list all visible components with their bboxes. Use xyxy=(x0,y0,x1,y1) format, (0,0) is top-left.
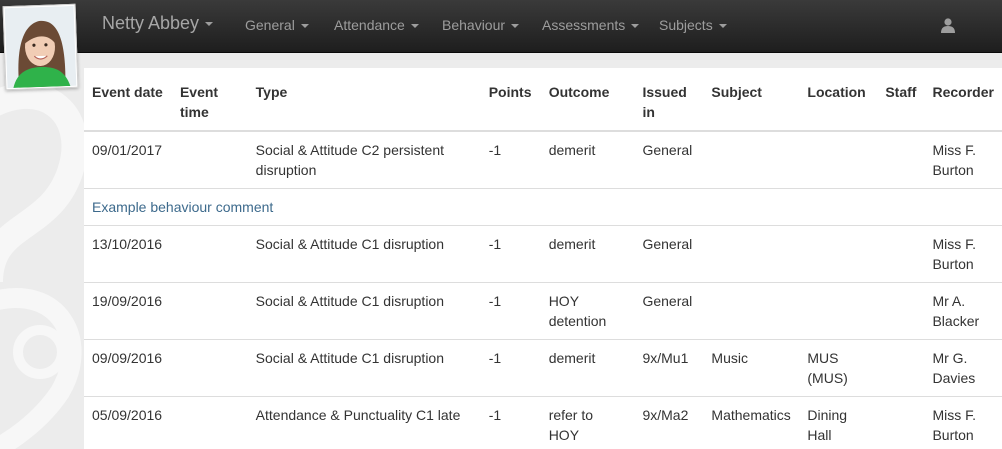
nav-attendance[interactable]: Attendance xyxy=(334,17,419,33)
behaviour-table: Event date Event time Type Points Outcom… xyxy=(84,68,1002,449)
cell-type: Social & Attitude C1 disruption xyxy=(247,282,481,340)
cell-location xyxy=(799,282,878,340)
cell-recorder: Miss F. Burton xyxy=(924,225,1002,283)
column-header[interactable]: Type xyxy=(247,68,481,132)
column-header[interactable]: Recorder xyxy=(924,68,1002,132)
cell-points: -1 xyxy=(480,282,541,340)
nav-subjects[interactable]: Subjects xyxy=(659,17,727,33)
column-header[interactable]: Subject xyxy=(703,68,800,132)
table-row: 05/09/2016 Attendance & Punctuality C1 l… xyxy=(84,396,1002,449)
nav-behaviour[interactable]: Behaviour xyxy=(442,17,520,33)
cell-staff xyxy=(877,396,925,449)
cell-time xyxy=(171,282,248,340)
behaviour-comment: Example behaviour comment xyxy=(84,188,1002,226)
table-row: 13/10/2016 Social & Attitude C1 disrupti… xyxy=(84,225,1002,283)
cell-date: 09/01/2017 xyxy=(84,130,172,189)
caret-down-icon xyxy=(300,24,309,29)
column-header[interactable]: Event time xyxy=(171,68,248,132)
cell-type: Social & Attitude C1 disruption xyxy=(247,339,481,397)
cell-issued-in: 9x/Ma2 xyxy=(634,396,704,449)
cell-type: Social & Attitude C2 persistent disrupti… xyxy=(247,130,481,189)
cell-recorder: Mr G. Davies xyxy=(924,339,1002,397)
nav-general[interactable]: General xyxy=(245,17,309,33)
column-header[interactable]: Event date xyxy=(84,68,172,132)
column-header[interactable]: Staff xyxy=(877,68,925,132)
cell-subject xyxy=(703,130,800,189)
nav-subjects-label: Subjects xyxy=(659,17,713,33)
cell-recorder: Mr A. Blacker xyxy=(924,282,1002,340)
caret-down-icon xyxy=(718,24,727,29)
cell-subject xyxy=(703,282,800,340)
cell-recorder: Miss F. Burton xyxy=(924,130,1002,189)
cell-subject xyxy=(703,225,800,283)
table-row: 09/09/2016 Social & Attitude C1 disrupti… xyxy=(84,339,1002,397)
brand-label: Netty Abbey xyxy=(102,13,200,33)
cell-staff xyxy=(877,282,925,340)
cell-location xyxy=(799,225,878,283)
column-header[interactable]: Location xyxy=(799,68,878,132)
student-photo xyxy=(2,3,79,91)
cell-date: 13/10/2016 xyxy=(84,225,172,283)
nav-behaviour-label: Behaviour xyxy=(442,17,506,33)
caret-down-icon xyxy=(511,24,520,29)
comment-row: Example behaviour comment xyxy=(84,188,1002,226)
cell-outcome: demerit xyxy=(540,339,635,397)
column-header[interactable]: Outcome xyxy=(540,68,635,132)
cell-time xyxy=(171,396,248,449)
behaviour-panel: Event date Event time Type Points Outcom… xyxy=(84,68,1002,449)
cell-points: -1 xyxy=(480,225,541,283)
cell-location: MUS (MUS) xyxy=(799,339,878,397)
caret-down-icon xyxy=(631,24,640,29)
cell-location xyxy=(799,130,878,189)
cell-outcome: demerit xyxy=(540,225,635,283)
cell-subject: Music xyxy=(703,339,800,397)
cell-issued-in: 9x/Mu1 xyxy=(634,339,704,397)
table-row: 19/09/2016 Social & Attitude C1 disrupti… xyxy=(84,282,1002,340)
cell-outcome: HOY detention xyxy=(540,282,635,340)
cell-points: -1 xyxy=(480,396,541,449)
caret-down-icon xyxy=(205,22,214,27)
table-header-row: Event date Event time Type Points Outcom… xyxy=(84,68,1002,132)
nav-assessments[interactable]: Assessments xyxy=(542,17,640,33)
cell-type: Social & Attitude C1 disruption xyxy=(247,225,481,283)
cell-subject: Mathematics xyxy=(703,396,800,449)
cell-date: 05/09/2016 xyxy=(84,396,172,449)
nav-assessments-label: Assessments xyxy=(542,17,626,33)
top-navbar: Netty Abbey General Attendance Behaviour… xyxy=(0,0,1002,53)
cell-location: Dining Hall xyxy=(799,396,878,449)
cell-outcome: demerit xyxy=(540,130,635,189)
nav-attendance-label: Attendance xyxy=(334,17,405,33)
cell-staff xyxy=(877,225,925,283)
cell-type: Attendance & Punctuality C1 late xyxy=(247,396,481,449)
cell-points: -1 xyxy=(480,130,541,189)
cell-staff xyxy=(877,339,925,397)
cell-issued-in: General xyxy=(634,130,704,189)
cell-time xyxy=(171,130,248,189)
cell-date: 19/09/2016 xyxy=(84,282,172,340)
cell-date: 09/09/2016 xyxy=(84,339,172,397)
cell-recorder: Miss F. Burton xyxy=(924,396,1002,449)
user-icon[interactable] xyxy=(940,17,956,33)
cell-issued-in: General xyxy=(634,282,704,340)
column-header[interactable]: Issued in xyxy=(634,68,704,132)
cell-outcome: refer to HOY xyxy=(540,396,635,449)
cell-points: -1 xyxy=(480,339,541,397)
cell-time xyxy=(171,225,248,283)
table-row: 09/01/2017 Social & Attitude C2 persiste… xyxy=(84,130,1002,189)
cell-staff xyxy=(877,130,925,189)
student-name-menu[interactable]: Netty Abbey xyxy=(102,13,214,34)
cell-issued-in: General xyxy=(634,225,704,283)
cell-time xyxy=(171,339,248,397)
nav-general-label: General xyxy=(245,17,295,33)
caret-down-icon xyxy=(410,24,419,29)
column-header[interactable]: Points xyxy=(480,68,541,132)
